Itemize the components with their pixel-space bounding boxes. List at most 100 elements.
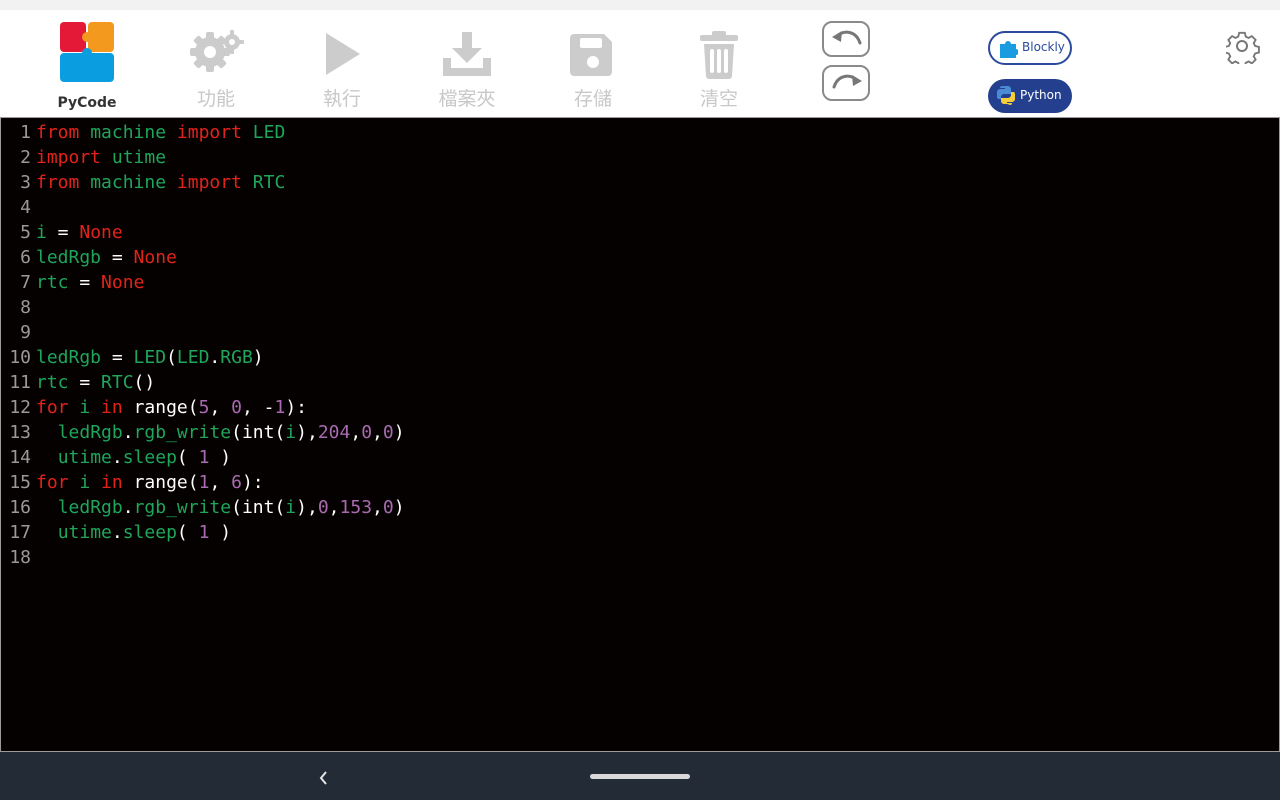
code-token: i [79,397,91,418]
code-token: utime [57,522,112,543]
code-token: ( [176,522,199,543]
code-token: rtc [36,272,69,293]
code-token: RTC [252,172,286,193]
code-token: ), [296,422,318,443]
code-line[interactable]: 7 rtc = None [1,270,1271,295]
code-token: ) [393,497,405,518]
save-button[interactable]: 存儲 [553,20,633,110]
save-icon [570,34,612,76]
code-line[interactable]: 11 rtc = RTC() [1,370,1271,395]
line-number: 4 [20,197,31,218]
code-token: 5 [198,397,210,418]
code-text[interactable]: utime.sleep( 1 ) [36,522,231,543]
code-token: , - [241,397,275,418]
code-line[interactable]: 12 for i in range(5, 0, -1): [1,395,1271,420]
code-token: ( [176,447,199,468]
code-token: from [36,172,80,193]
code-token: 0 [231,397,242,418]
code-token: utime [57,447,112,468]
back-button[interactable] [312,766,336,790]
code-line[interactable]: 9 [1,320,1271,345]
code-line[interactable]: 10 ledRgb = LED(LED.RGB) [1,345,1271,370]
code-token: LED [176,347,210,368]
code-token: None [133,247,177,268]
code-token: , [209,472,232,493]
code-text[interactable]: utime.sleep( 1 ) [36,447,231,468]
code-token: 204 [317,422,351,443]
code-text[interactable]: rtc = None [36,272,144,293]
python-label: Python [1020,88,1062,102]
code-line[interactable]: 3 from machine import RTC [1,170,1271,195]
code-text[interactable]: import utime [36,147,166,168]
code-token: ledRgb [57,497,123,518]
code-line[interactable]: 17 utime.sleep( 1 ) [1,520,1271,545]
code-token: 153 [339,497,373,518]
line-number: 14 [9,447,31,468]
status-bar [0,0,1280,10]
folder-button[interactable]: 檔案夾 [427,20,507,110]
code-line[interactable]: 4 [1,195,1271,220]
blockly-mode-button[interactable]: Blockly [988,31,1072,65]
code-text[interactable]: for i in range(5, 0, -1): [36,397,307,418]
line-number: 15 [9,472,31,493]
code-text[interactable]: ledRgb = None [36,247,177,268]
code-line[interactable]: 5i = None [1,220,1271,245]
code-editor[interactable]: 1 from machine import LED 2 import utime 3 fr… [0,117,1280,752]
code-token: ) [209,447,232,468]
code-token: ) [252,347,264,368]
code-text[interactable]: ledRgb.rgb_write(int(i),0,153,0) [36,497,405,518]
code-token: RGB [220,347,253,368]
code-line[interactable]: 16 ledRgb.rgb_write(int(i),0,153,0) [1,495,1271,520]
code-token: machine [90,172,167,193]
code-token: 1 [198,447,210,468]
code-token: range( [122,397,199,418]
code-token: None [79,222,123,243]
code-token: 1 [274,397,286,418]
code-token: , [209,397,232,418]
code-line[interactable]: 1 from machine import LED [1,120,1271,145]
code-text[interactable]: ledRgb = LED(LED.RGB) [36,347,264,368]
code-text[interactable]: i = None [36,222,123,243]
code-line[interactable]: 8 [1,295,1271,320]
code-token: 0 [382,497,394,518]
code-text[interactable]: rtc = RTC() [36,372,155,393]
code-line[interactable]: 6 ledRgb = None [1,245,1271,270]
function-button[interactable]: 功能 [176,20,256,110]
undo-icon [832,30,862,45]
code-line[interactable]: 15 for i in range(1, 6): [1,470,1271,495]
code-text[interactable]: from machine import LED [36,122,285,143]
app-logo[interactable]: PyCode [56,22,118,112]
run-button[interactable]: 執行 [302,20,382,110]
code-token: , [328,497,340,518]
blockly-label: Blockly [1022,40,1065,54]
code-text[interactable]: for i in range(1, 6): [36,472,264,493]
code-text[interactable]: from machine import RTC [36,172,285,193]
python-mode-button[interactable]: Python [988,79,1072,113]
app-name: PyCode [57,95,117,111]
code-token: import [176,172,242,193]
code-token: . [111,522,123,543]
code-line[interactable]: 2 import utime [1,145,1271,170]
code-line[interactable]: 14 utime.sleep( 1 ) [1,445,1271,470]
code-token: ( [166,347,177,368]
code-token: . [209,347,221,368]
puzzle-icon [1000,41,1018,58]
settings-button[interactable] [1224,30,1260,68]
home-pill-icon[interactable] [590,774,690,779]
line-number: 13 [9,422,31,443]
code-text[interactable]: ledRgb.rgb_write(int(i),204,0,0) [36,422,405,443]
code-line[interactable]: 13 ledRgb.rgb_write(int(i),204,0,0) [1,420,1271,445]
redo-button[interactable] [822,65,870,101]
folder-label: 檔案夾 [438,88,496,110]
run-label: 執行 [322,88,361,110]
code-token: i [79,472,91,493]
code-token: range( [122,472,199,493]
code-token: 0 [382,422,394,443]
code-token: None [101,272,145,293]
code-line[interactable]: 18 [1,545,1271,570]
clear-button[interactable]: 清空 [679,20,759,110]
undo-button[interactable] [822,21,870,57]
